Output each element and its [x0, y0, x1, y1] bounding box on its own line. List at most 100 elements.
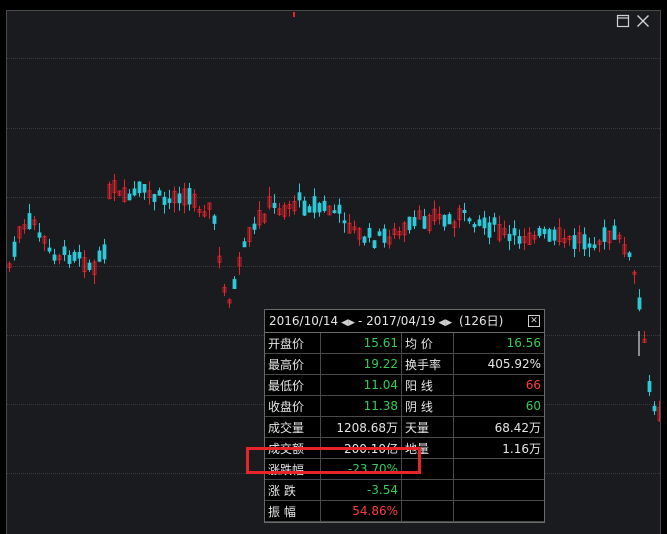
- candle: [532, 230, 537, 244]
- candle: [172, 186, 177, 213]
- candle: [412, 210, 417, 229]
- restore-icon[interactable]: [616, 13, 630, 28]
- candle: [242, 237, 247, 248]
- candle: [597, 238, 602, 253]
- stats-value: 405.92%: [453, 353, 544, 375]
- candle: [127, 189, 132, 201]
- start-date: 2016/10/14: [269, 314, 339, 328]
- candle: [337, 198, 342, 223]
- candle: [222, 284, 227, 297]
- candle: [177, 186, 182, 211]
- stats-label: [401, 500, 454, 522]
- candle: [617, 232, 622, 244]
- candle: [507, 225, 512, 251]
- stats-label: 成交量: [265, 416, 321, 438]
- candle: [347, 214, 352, 234]
- candle: [157, 187, 162, 196]
- candle: [362, 235, 367, 246]
- close-icon[interactable]: [636, 13, 650, 27]
- candle: [57, 253, 62, 265]
- close-panel-icon[interactable]: ✕: [528, 315, 540, 327]
- interval-stats-panel: 2016/10/14 ◀▶ - 2017/04/19 ◀▶ (126日) ✕ 开盘价 1…: [264, 309, 545, 523]
- candle: [207, 202, 212, 219]
- stats-label: 最低价: [265, 374, 321, 396]
- candle: [97, 246, 102, 263]
- candle: [487, 216, 492, 245]
- stats-table: 开盘价 15.61 均 价 16.56 最高价 19.22 换手率 405.92% 最低价 11.…: [265, 333, 544, 522]
- stats-value: [453, 458, 544, 480]
- candle: [87, 259, 92, 272]
- stats-row: 成交量 1208.68万 天量 68.42万: [265, 416, 544, 438]
- stats-value: [453, 479, 544, 501]
- stats-header: 2016/10/14 ◀▶ - 2017/04/19 ◀▶ (126日) ✕: [265, 310, 544, 333]
- candle: [647, 375, 652, 396]
- candle: [282, 202, 287, 220]
- candle: [67, 250, 72, 268]
- candle: [122, 179, 127, 203]
- stats-row: 成交额 200.10亿 地量 1.16万: [265, 437, 544, 459]
- candle: [417, 205, 422, 220]
- candle: [382, 224, 387, 248]
- candle: [322, 195, 327, 213]
- candle: [42, 234, 47, 251]
- stats-value: 60: [453, 395, 544, 417]
- candle: [632, 269, 637, 284]
- candle: [102, 238, 107, 264]
- stats-label: 阴 线: [401, 395, 454, 417]
- candle: [192, 189, 197, 212]
- candle: [567, 235, 572, 246]
- stats-value: -23.70%: [320, 458, 402, 480]
- candle: [32, 215, 37, 231]
- stats-value: 200.10亿: [320, 437, 402, 459]
- candle: [657, 400, 660, 422]
- candle: [317, 201, 322, 217]
- candle: [557, 218, 562, 246]
- stats-row: 振 幅 54.86%: [265, 500, 544, 522]
- stats-value: 66: [453, 374, 544, 396]
- candle: [402, 221, 407, 243]
- candle: [627, 251, 632, 261]
- end-date: 2017/04/19: [366, 314, 436, 328]
- candle: [517, 229, 522, 249]
- candle: [332, 204, 337, 214]
- stats-value: 11.38: [320, 395, 402, 417]
- candle: [312, 188, 317, 219]
- candle: [472, 222, 477, 233]
- candle: [212, 214, 217, 231]
- candle: [37, 223, 42, 242]
- candle: [182, 182, 187, 214]
- candle: [467, 216, 472, 224]
- start-date-arrows-icon[interactable]: ◀▶: [341, 318, 355, 328]
- candle: [367, 223, 372, 243]
- candle: [562, 229, 567, 248]
- candle: [442, 214, 447, 231]
- candle: [297, 183, 302, 208]
- candle: [602, 219, 607, 250]
- candle: [652, 401, 657, 415]
- stats-label: 涨跌幅: [265, 458, 321, 480]
- candle: [137, 181, 142, 197]
- candle: [582, 227, 587, 256]
- candle: [572, 228, 577, 258]
- candle: [452, 219, 457, 237]
- candle: [167, 189, 172, 210]
- stats-label: 开盘价: [265, 333, 321, 354]
- candle: [622, 237, 627, 258]
- candle: [352, 220, 357, 234]
- stats-value: 19.22: [320, 353, 402, 375]
- candle: [527, 227, 532, 246]
- candle: [52, 248, 57, 265]
- stats-label: 阳 线: [401, 374, 454, 396]
- stats-row: 开盘价 15.61 均 价 16.56: [265, 333, 544, 354]
- stats-value: 54.86%: [320, 500, 402, 522]
- stats-label: [401, 458, 454, 480]
- candle: [432, 200, 437, 225]
- candle: [542, 226, 547, 239]
- candle: [227, 298, 232, 308]
- candle: [637, 289, 642, 312]
- candle: [142, 184, 147, 200]
- end-date-arrows-icon[interactable]: ◀▶: [438, 318, 452, 328]
- candle: [22, 219, 27, 234]
- stats-value: 1208.68万: [320, 416, 402, 438]
- candle: [292, 195, 297, 215]
